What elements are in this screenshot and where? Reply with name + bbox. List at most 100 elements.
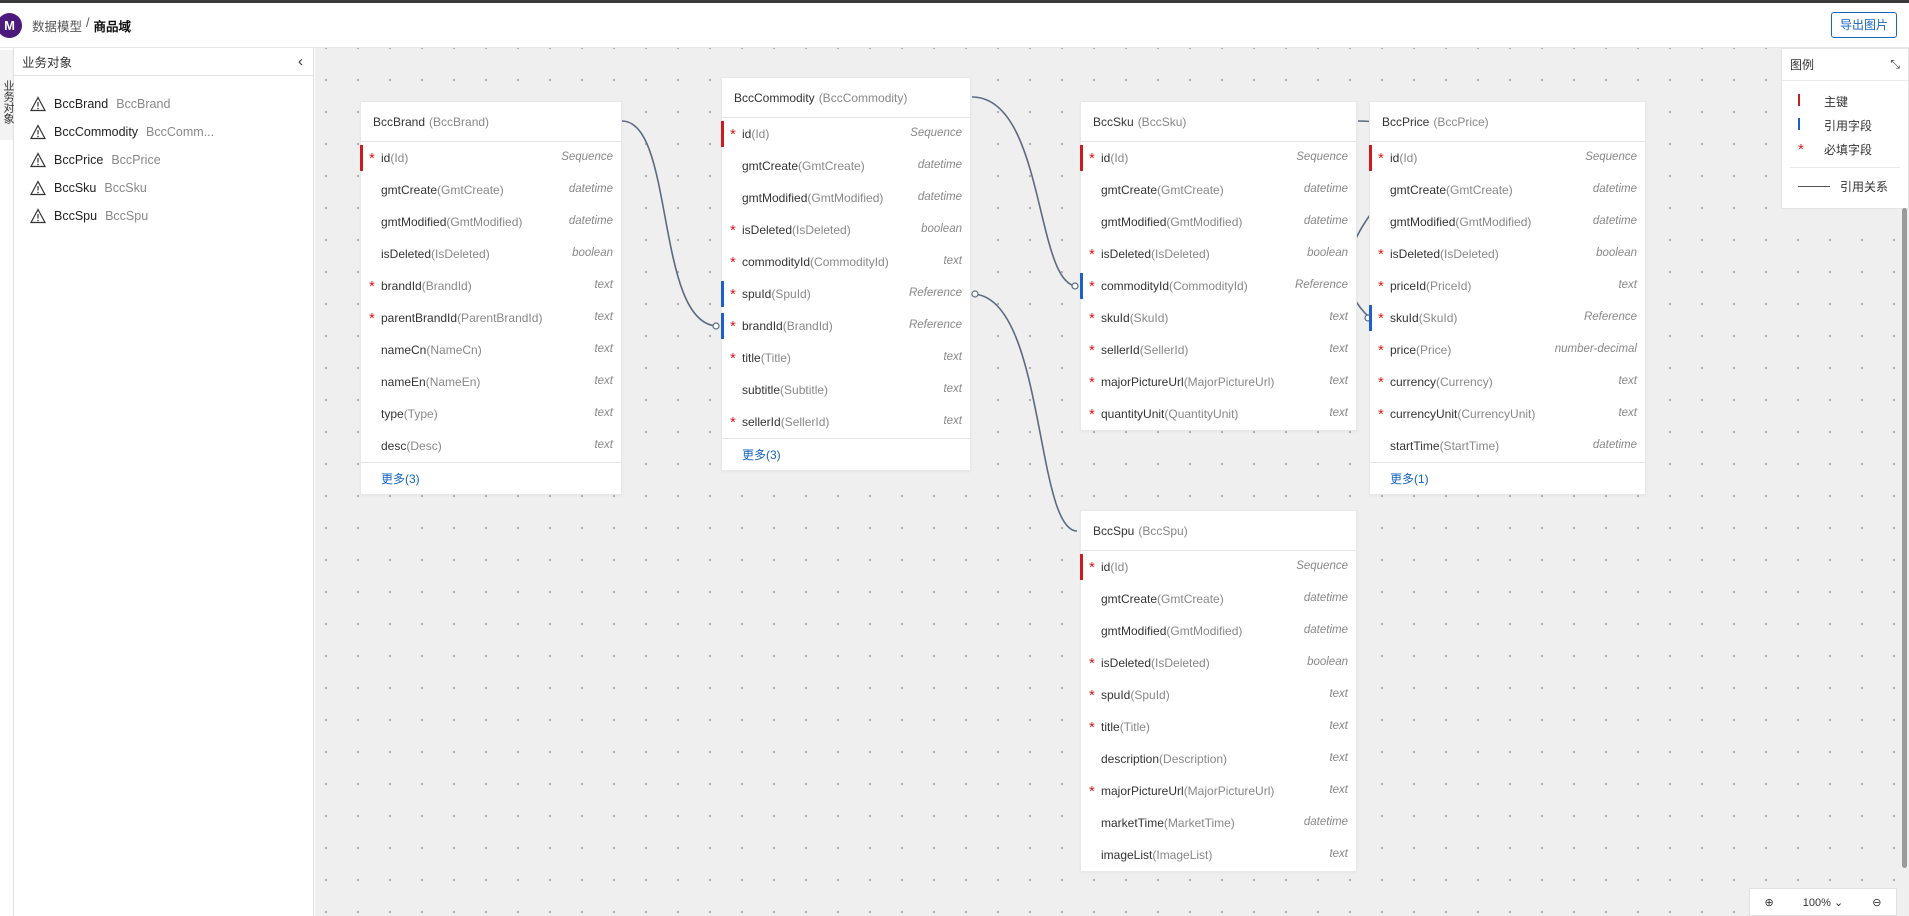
- collapse-legend-icon[interactable]: ⤡: [1890, 57, 1900, 72]
- field-row-gmtModified[interactable]: gmtModified (GmtModified) datetime: [1081, 206, 1356, 238]
- zoom-level-select[interactable]: 100% ⌄: [1803, 896, 1843, 909]
- field-type: text: [594, 343, 613, 355]
- object-item-bccprice[interactable]: BccPrice BccPrice: [14, 146, 313, 174]
- field-type: datetime: [1592, 215, 1637, 227]
- diagram-canvas[interactable]: 图例 ⤡ 主键 引用字段 * 必填字段 引用关系 ⊕ 100% ⌄ ⊖ BccB…: [315, 48, 1909, 916]
- field-row-gmtCreate[interactable]: gmtCreate (GmtCreate) datetime: [1081, 583, 1356, 615]
- field-row-desc[interactable]: desc (Desc) text: [361, 430, 621, 462]
- field-row-title[interactable]: * title (Title) text: [1081, 711, 1356, 743]
- field-row-id[interactable]: * id (Id) Sequence: [1080, 142, 1356, 174]
- field-row-majorPictureUrl[interactable]: * majorPictureUrl (MajorPictureUrl) text: [1081, 775, 1356, 807]
- field-type: datetime: [568, 183, 613, 195]
- field-row-spuId[interactable]: * spuId (SpuId) text: [1081, 679, 1356, 711]
- field-row-gmtModified[interactable]: gmtModified (GmtModified) datetime: [722, 182, 970, 214]
- required-star-icon: *: [1378, 278, 1384, 295]
- entity-title[interactable]: BccCommodity (BccCommodity): [722, 78, 970, 118]
- field-row-description[interactable]: description (Description) text: [1081, 743, 1356, 775]
- field-name: parentBrandId: [381, 311, 458, 325]
- field-row-marketTime[interactable]: marketTime (MarketTime) datetime: [1081, 807, 1356, 839]
- field-row-gmtCreate[interactable]: gmtCreate (GmtCreate) datetime: [361, 174, 621, 206]
- field-row-gmtCreate[interactable]: gmtCreate (GmtCreate) datetime: [722, 150, 970, 182]
- field-row-type[interactable]: type (Type) text: [361, 398, 621, 430]
- field-row-commodityId[interactable]: * commodityId (CommodityId) text: [722, 246, 970, 278]
- field-row-quantityUnit[interactable]: * quantityUnit (QuantityUnit) text: [1081, 398, 1356, 430]
- more-fields-link[interactable]: 更多(3): [361, 462, 621, 494]
- field-row-price[interactable]: * price (Price) number-decimal: [1370, 334, 1645, 366]
- entity-card-spu[interactable]: BccSpu (BccSpu) * id (Id) Sequence gmtCreate (G…: [1080, 510, 1357, 872]
- field-type: datetime: [1303, 592, 1348, 604]
- export-image-button[interactable]: 导出图片: [1830, 12, 1897, 38]
- field-row-startTime[interactable]: startTime (StartTime) datetime: [1370, 430, 1645, 462]
- required-star-icon: *: [730, 254, 736, 271]
- field-type: datetime: [1303, 215, 1348, 227]
- field-row-imageList[interactable]: imageList (ImageList) text: [1081, 839, 1356, 871]
- field-row-subtitle[interactable]: subtitle (Subtitle) text: [722, 374, 970, 406]
- field-row-commodityId[interactable]: * commodityId (CommodityId) Reference: [1080, 270, 1356, 302]
- field-row-skuId[interactable]: * skuId (SkuId) text: [1081, 302, 1356, 334]
- field-row-currencyUnit[interactable]: * currencyUnit (CurrencyUnit) text: [1370, 398, 1645, 430]
- zoom-out-icon[interactable]: ⊖: [1872, 896, 1881, 909]
- more-fields-link[interactable]: 更多(1): [1370, 462, 1645, 494]
- field-row-isDeleted[interactable]: * isDeleted (IsDeleted) boolean: [1370, 238, 1645, 270]
- entity-title[interactable]: BccSku (BccSku): [1081, 102, 1356, 142]
- rail-tab-business-objects[interactable]: 业务对象: [0, 50, 14, 140]
- link-brand-commodity[interactable]: [621, 120, 719, 327]
- field-name: gmtModified: [1101, 624, 1167, 638]
- field-row-gmtModified[interactable]: gmtModified (GmtModified) datetime: [361, 206, 621, 238]
- field-row-isDeleted[interactable]: isDeleted (IsDeleted) boolean: [361, 238, 621, 270]
- object-item-bcccommodity[interactable]: BccCommodity BccComm...: [14, 118, 313, 146]
- link-commodity-sku[interactable]: [971, 96, 1078, 287]
- entity-card-brand[interactable]: BccBrand (BccBrand) * id (Id) Sequence gmtCrea…: [360, 101, 622, 495]
- required-star-icon: *: [1089, 310, 1095, 327]
- entity-title[interactable]: BccSpu (BccSpu): [1081, 511, 1356, 551]
- field-name: isDeleted: [742, 223, 793, 237]
- field-row-isDeleted[interactable]: * isDeleted (IsDeleted) boolean: [1081, 238, 1356, 270]
- field-row-id[interactable]: * id (Id) Sequence: [1369, 142, 1645, 174]
- field-row-nameEn[interactable]: nameEn (NameEn) text: [361, 366, 621, 398]
- more-fields-link[interactable]: 更多(3): [722, 438, 970, 470]
- entity-card-price[interactable]: BccPrice (BccPrice) * id (Id) Sequence gmtCrea…: [1369, 101, 1646, 495]
- breadcrumb-parent[interactable]: 数据模型: [32, 16, 82, 35]
- link-commodity-spu[interactable]: [971, 293, 1078, 532]
- field-row-parentBrandId[interactable]: * parentBrandId (ParentBrandId) text: [361, 302, 621, 334]
- field-row-sellerId[interactable]: * sellerId (SellerId) text: [722, 406, 970, 438]
- field-row-id[interactable]: * id (Id) Sequence: [360, 142, 621, 174]
- canvas-scrollbar[interactable]: [1902, 208, 1907, 868]
- field-row-isDeleted[interactable]: * isDeleted (IsDeleted) boolean: [722, 214, 970, 246]
- field-row-brandId[interactable]: * brandId (BrandId) text: [361, 270, 621, 302]
- field-row-priceId[interactable]: * priceId (PriceId) text: [1370, 270, 1645, 302]
- field-row-id[interactable]: * id (Id) Sequence: [721, 118, 970, 150]
- field-row-majorPictureUrl[interactable]: * majorPictureUrl (MajorPictureUrl) text: [1081, 366, 1356, 398]
- field-code: (GmtCreate): [1446, 183, 1513, 197]
- field-row-title[interactable]: * title (Title) text: [722, 342, 970, 374]
- object-item-bccsku[interactable]: BccSku BccSku: [14, 174, 313, 202]
- object-item-bccspu[interactable]: BccSpu BccSpu: [14, 202, 313, 230]
- field-row-brandId[interactable]: * brandId (BrandId) Reference: [721, 310, 970, 342]
- zoom-in-icon[interactable]: ⊕: [1765, 896, 1774, 909]
- field-code: (SkuId): [1418, 311, 1458, 325]
- field-row-gmtModified[interactable]: gmtModified (GmtModified) datetime: [1081, 615, 1356, 647]
- field-name: price: [1390, 343, 1417, 357]
- entity-card-commodity[interactable]: BccCommodity (BccCommodity) * id (Id) Sequenc…: [721, 77, 971, 471]
- app-logo[interactable]: M: [0, 12, 22, 38]
- field-code: (IsDeleted): [792, 223, 851, 237]
- field-row-gmtCreate[interactable]: gmtCreate (GmtCreate) datetime: [1081, 174, 1356, 206]
- field-row-currency[interactable]: * currency (Currency) text: [1370, 366, 1645, 398]
- entity-title[interactable]: BccPrice (BccPrice): [1370, 102, 1645, 142]
- field-row-id[interactable]: * id (Id) Sequence: [1080, 551, 1356, 583]
- field-row-skuId[interactable]: * skuId (SkuId) Reference: [1369, 302, 1645, 334]
- entity-title[interactable]: BccBrand (BccBrand): [361, 102, 621, 142]
- object-item-bccbrand[interactable]: BccBrand BccBrand: [14, 90, 313, 118]
- field-row-isDeleted[interactable]: * isDeleted (IsDeleted) boolean: [1081, 647, 1356, 679]
- field-row-nameCn[interactable]: nameCn (NameCn) text: [361, 334, 621, 366]
- field-row-spuId[interactable]: * spuId (SpuId) Reference: [721, 278, 970, 310]
- collapse-panel-icon[interactable]: ‹: [298, 53, 303, 70]
- field-type: text: [943, 255, 962, 267]
- field-row-gmtCreate[interactable]: gmtCreate (GmtCreate) datetime: [1370, 174, 1645, 206]
- field-code: (Title): [1119, 720, 1150, 734]
- field-code: (SpuId): [771, 287, 811, 301]
- field-row-gmtModified[interactable]: gmtModified (GmtModified) datetime: [1370, 206, 1645, 238]
- field-row-sellerId[interactable]: * sellerId (SellerId) text: [1081, 334, 1356, 366]
- entity-card-sku[interactable]: BccSku (BccSku) * id (Id) Sequence gmtCreate (G…: [1080, 101, 1357, 431]
- link-endpoint: [1071, 282, 1079, 290]
